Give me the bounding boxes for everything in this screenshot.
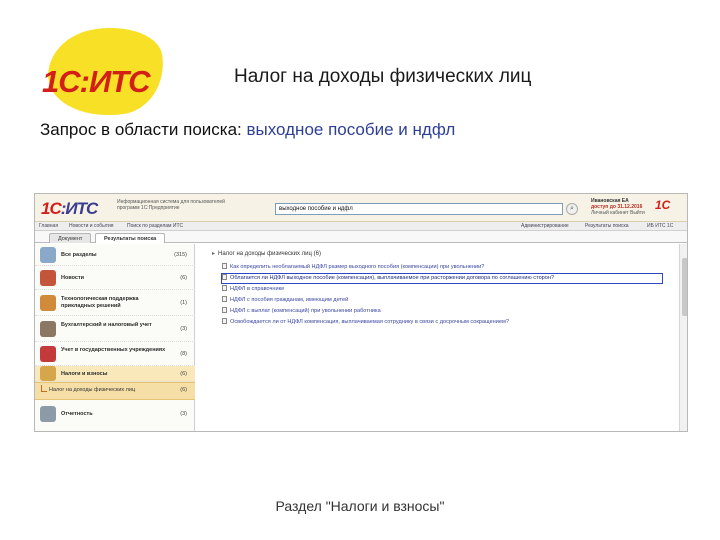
app-description: Информационная система для пользователей… [117,199,225,211]
category-state-institutions[interactable]: Учет в государственных учреждениях (8) [35,342,195,366]
document-icon [222,263,227,269]
corner-logo: 1С [655,198,671,212]
document-icon [222,296,227,302]
tools-icon [40,295,56,311]
menu-news[interactable]: Новости и события [69,222,114,231]
document-icon [222,318,227,324]
category-news[interactable]: Новости (6) [35,266,195,290]
logo-text: 1С:ИТС [42,64,151,99]
query-text: выходное пособие и ндфл [246,120,456,139]
admin-link[interactable]: Администрирование [521,222,569,231]
category-accounting[interactable]: Бухгалтерский и налоговый учет (3) [35,316,195,342]
menu-sections[interactable]: Поиск по разделам ИТС [127,222,183,231]
search-result[interactable]: Освобождается ли от НДФЛ компенсация, вы… [222,318,662,327]
tab-search-results[interactable]: Результаты поиска [95,233,166,243]
menu-home[interactable]: Главная [39,222,58,231]
its-base-link[interactable]: ИБ ИТС 1С [647,222,673,231]
search-icon[interactable]: ⌕ [566,203,578,215]
report-icon [40,406,56,422]
books-icon [40,321,56,337]
search-result-highlighted[interactable]: Облагается ли НДФЛ выходное пособие (ком… [221,273,663,284]
user-links[interactable]: Личный кабинет Выйти [591,210,653,216]
arrow-icon: ▸ [212,251,216,257]
category-all[interactable]: Все разделы (315) [35,244,195,266]
slide-title: Налог на доходы физических лиц [234,66,532,87]
category-reporting[interactable]: Отчетность (3) [35,402,195,424]
app-header: 1С:ИТС Информационная система для пользо… [35,194,687,222]
flag-icon [40,346,56,362]
taxes-icon [40,366,56,381]
document-icon [222,285,227,291]
search-result[interactable]: НДФЛ в справочнике [222,285,662,294]
tab-bar: Документ Результаты поиска [35,231,687,243]
search-result[interactable]: Как определить необлагаемый НДФЛ размер … [222,263,662,272]
toolbar: Главная Новости и события Поиск по разде… [35,222,687,231]
tab-document[interactable]: Документ [49,233,92,243]
category-taxes[interactable]: Налоги и взносы (6) [35,366,195,382]
query-line: Запрос в области поиска: выходное пособи… [40,120,455,140]
results-pane: ▸ Налог на доходы физических лиц (6) Как … [196,244,679,431]
magnifier-icon [40,247,56,263]
category-sidebar: Все разделы (315) Новости (6) Технологич… [35,244,195,431]
tree-branch-icon [41,385,47,392]
results-breadcrumb: ▸ Налог на доходы физических лиц (6) [212,251,321,257]
app-logo[interactable]: 1С:ИТС [41,199,98,219]
news-icon [40,270,56,286]
scrollbar-thumb[interactable] [682,258,687,316]
its-logo: 1С:ИТС [36,20,170,124]
app-screenshot: 1С:ИТС Информационная система для пользо… [34,193,688,432]
search-result[interactable]: НДФЛ с пособия гражданам, имеющим детей [222,296,662,305]
results-scrollbar[interactable] [679,244,687,431]
user-panel: Ивановская ЕА доступ до 31.12.2016 Личны… [591,198,653,216]
search-result[interactable]: НДФЛ с выплат (компенсаций) при увольнен… [222,307,662,316]
slide-footer: Раздел "Налоги и взносы" [275,498,445,514]
document-icon [222,274,227,280]
category-tech-support[interactable]: Технологическая поддержка прикладных реш… [35,290,195,316]
query-prefix: Запрос в области поиска: [40,120,247,139]
document-icon [222,307,227,313]
subcategory-ndfl[interactable]: Налог на доходы физических лиц (6) [35,382,195,400]
search-results-link[interactable]: Результаты поиска [585,222,629,231]
search-input[interactable]: выходное пособие и ндфл [275,203,563,215]
